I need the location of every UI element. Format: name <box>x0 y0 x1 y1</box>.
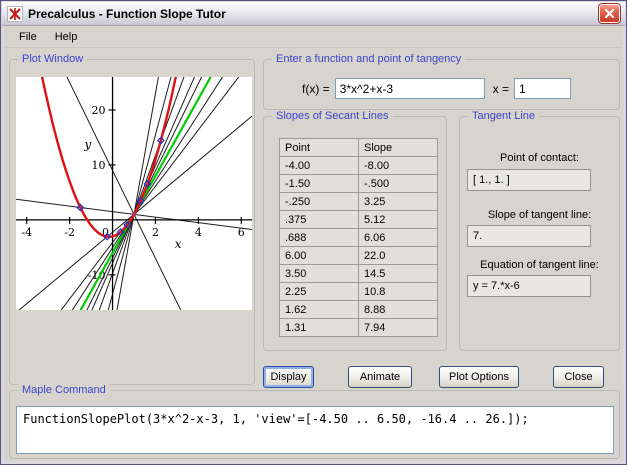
svg-text:6: 6 <box>238 226 245 239</box>
table-cell: 6.06 <box>359 229 438 247</box>
display-button[interactable]: Display <box>263 366 314 388</box>
plot-window-group: Plot Window -4-20246-101020xy <box>9 59 255 385</box>
slope-of-tangent-label: Slope of tangent line: <box>460 209 619 221</box>
maple-command-group: Maple Command FunctionSlopePlot(3*x^2-x-… <box>9 390 620 459</box>
table-row[interactable]: -4.00-8.00 <box>280 157 438 175</box>
equation-of-tangent-label: Equation of tangent line: <box>460 259 619 271</box>
secant-slopes-group: Slopes of Secant Lines Point Slope -4.00… <box>263 116 447 351</box>
close-window-button[interactable] <box>599 4 620 23</box>
table-cell: 8.88 <box>359 301 438 319</box>
table-cell: -.500 <box>359 175 438 193</box>
title-bar[interactable]: Precalculus - Function Slope Tutor <box>2 2 625 26</box>
tangent-line-group-title: Tangent Line <box>468 110 539 123</box>
svg-text:10: 10 <box>92 159 106 172</box>
slope-of-tangent-value: 7. <box>467 225 591 247</box>
table-cell: 7.94 <box>359 319 438 337</box>
table-cell: -4.00 <box>280 157 359 175</box>
window-title: Precalculus - Function Slope Tutor <box>28 7 594 21</box>
animate-button[interactable]: Animate <box>348 366 412 388</box>
table-row[interactable]: 1.317.94 <box>280 319 438 337</box>
fx-label: f(x) = <box>302 82 330 96</box>
plot-options-button[interactable]: Plot Options <box>439 366 519 388</box>
maple-command-text[interactable]: FunctionSlopePlot(3*x^2-x-3, 1, 'view'=[… <box>16 406 614 454</box>
table-row[interactable]: -1.50-.500 <box>280 175 438 193</box>
tangent-line-group: Tangent Line Point of contact: [ 1., 1. … <box>459 116 620 351</box>
table-cell: 5.12 <box>359 211 438 229</box>
table-row[interactable]: .3755.12 <box>280 211 438 229</box>
maple-command-group-title: Maple Command <box>18 384 110 397</box>
menu-file[interactable]: File <box>11 29 45 45</box>
svg-text:-4: -4 <box>21 226 32 239</box>
secant-table: Point Slope -4.00-8.00-1.50-.500-.2503.2… <box>279 138 438 337</box>
menu-bar: File Help <box>5 27 622 48</box>
table-cell: .375 <box>280 211 359 229</box>
svg-text:4: 4 <box>195 226 202 239</box>
secant-table-header-point: Point <box>280 139 359 157</box>
close-button[interactable]: Close <box>553 366 604 388</box>
table-row[interactable]: 3.5014.5 <box>280 265 438 283</box>
app-window: Precalculus - Function Slope Tutor File … <box>0 0 627 465</box>
table-cell: 3.50 <box>280 265 359 283</box>
table-cell: 2.25 <box>280 283 359 301</box>
table-cell: -.250 <box>280 193 359 211</box>
x-input[interactable] <box>514 78 571 99</box>
x-label: x = <box>493 82 509 96</box>
table-cell: 14.5 <box>359 265 438 283</box>
plot-area: -4-20246-101020xy <box>16 77 252 310</box>
table-cell: 1.62 <box>280 301 359 319</box>
plot-svg: -4-20246-101020xy <box>16 77 252 310</box>
menu-help[interactable]: Help <box>47 29 86 45</box>
table-cell: 1.31 <box>280 319 359 337</box>
table-row[interactable]: -.2503.25 <box>280 193 438 211</box>
point-of-contact-label: Point of contact: <box>460 152 619 164</box>
table-cell: -8.00 <box>359 157 438 175</box>
table-row[interactable]: 1.628.88 <box>280 301 438 319</box>
function-entry-group-title: Enter a function and point of tangency <box>272 53 465 66</box>
function-entry-row: f(x) = x = <box>264 78 619 99</box>
secant-table-header-slope: Slope <box>359 139 438 157</box>
maple-app-icon <box>7 6 23 22</box>
secant-table-header-row: Point Slope <box>280 139 438 157</box>
table-row[interactable]: 2.2510.8 <box>280 283 438 301</box>
table-row[interactable]: 6.0022.0 <box>280 247 438 265</box>
svg-text:20: 20 <box>92 104 106 117</box>
equation-of-tangent-value: y = 7.*x-6 <box>467 275 591 297</box>
function-entry-group: Enter a function and point of tangency f… <box>263 59 620 110</box>
svg-text:2: 2 <box>152 226 159 239</box>
table-cell: -1.50 <box>280 175 359 193</box>
fx-input[interactable] <box>335 78 485 99</box>
point-of-contact-value: [ 1., 1. ] <box>467 169 591 191</box>
svg-text:x: x <box>175 237 182 251</box>
table-cell: .688 <box>280 229 359 247</box>
table-cell: 3.25 <box>359 193 438 211</box>
plot-window-group-title: Plot Window <box>18 53 87 66</box>
table-cell: 22.0 <box>359 247 438 265</box>
secant-table-body: -4.00-8.00-1.50-.500-.2503.25.3755.12.68… <box>280 157 438 337</box>
secant-slopes-group-title: Slopes of Secant Lines <box>272 110 393 123</box>
svg-text:-2: -2 <box>64 226 75 239</box>
table-cell: 6.00 <box>280 247 359 265</box>
table-row[interactable]: .6886.06 <box>280 229 438 247</box>
svg-text:y: y <box>84 137 92 151</box>
table-cell: 10.8 <box>359 283 438 301</box>
